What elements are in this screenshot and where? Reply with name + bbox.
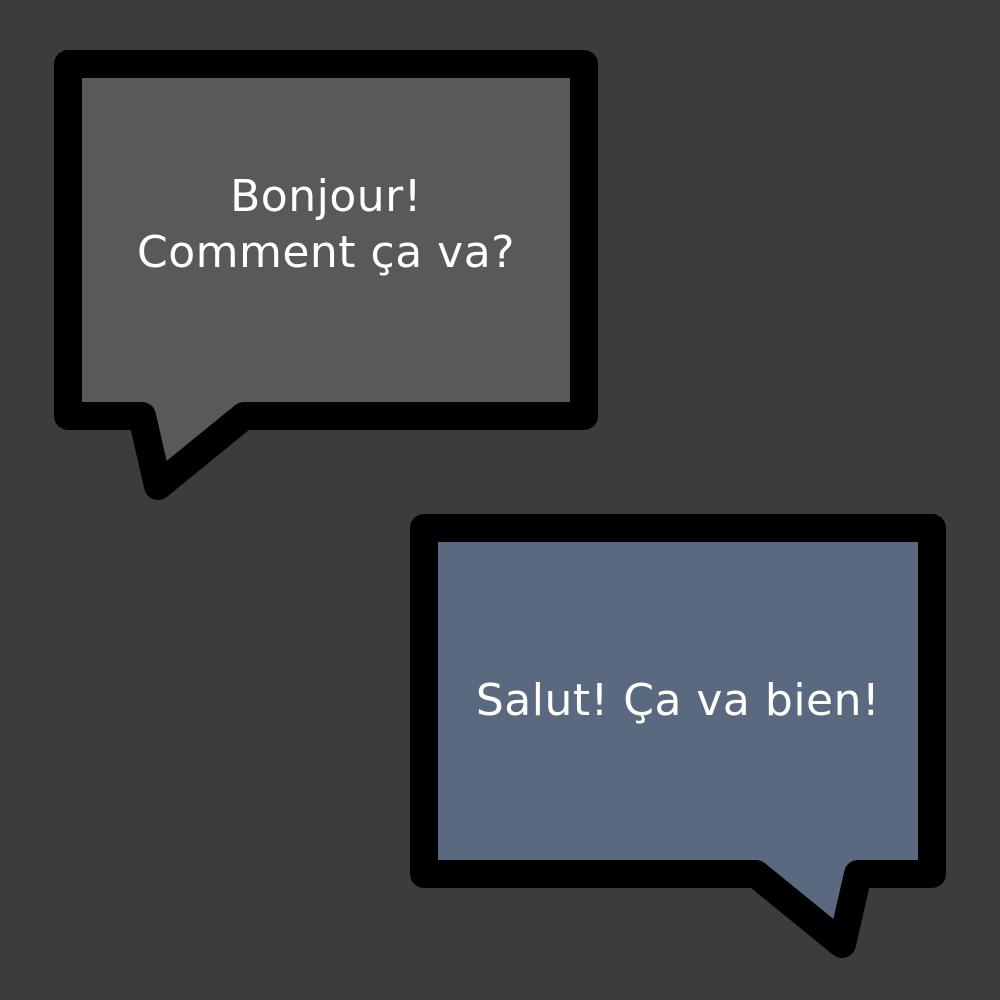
bubble-line: Salut! Ça va bien! (475, 675, 881, 726)
bubble-line: Bonjour! (230, 171, 422, 222)
speech-bubble-right-text: Salut! Ça va bien! (438, 542, 918, 860)
bubble-line: Comment ça va? (136, 227, 516, 278)
speech-bubble-left-text: Bonjour! Comment ça va? (82, 78, 570, 402)
